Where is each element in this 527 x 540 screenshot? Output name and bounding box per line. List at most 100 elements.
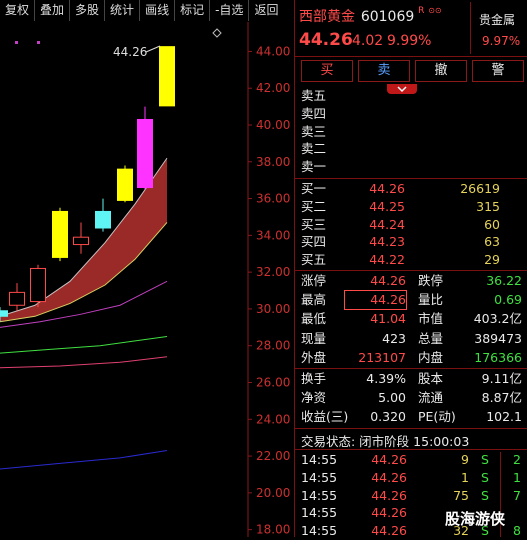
candle-body[interactable] <box>52 210 68 258</box>
stat-value: 403.2亿 <box>473 311 522 327</box>
stock-tag-r: R <box>418 6 425 16</box>
toolbar-draw-line[interactable]: 画线 <box>140 0 176 21</box>
tick-time: 14:55 <box>301 469 338 485</box>
toolbar-fuquan[interactable]: 复权 <box>0 0 36 21</box>
stat-label: 内盘 <box>418 349 444 365</box>
sell-level-row[interactable]: 卖一 <box>295 158 527 176</box>
y-axis-tick-label: 20.00 <box>256 486 290 500</box>
buy-button[interactable]: 买 <box>301 60 353 82</box>
buy-level-row[interactable]: 买四 44.23 63 <box>295 233 527 251</box>
tick-row: 14:55 44.26 9 S 2 <box>295 451 527 469</box>
sell-level-label: 卖一 <box>301 159 327 175</box>
candle-body[interactable] <box>117 168 133 201</box>
stats-row: 外盘 213107 内盘 176366 <box>295 349 527 367</box>
candle-body[interactable] <box>73 236 89 246</box>
stat-value: 36.22 <box>486 273 522 288</box>
sector-change-pct: 9.97% <box>482 34 521 48</box>
current-price: 44.26 <box>299 30 353 50</box>
buy-level-price: 44.26 <box>369 181 405 196</box>
diamond-icon[interactable] <box>212 28 222 38</box>
quote-panel: 西部黄金 601069 R ⊙⊙ 44.26 4.02 9.99% 贵金属 9.… <box>294 0 527 538</box>
stat-value: 41.04 <box>370 311 406 327</box>
toolbar-remove-watchlist[interactable]: -自选 <box>210 0 250 21</box>
sell-level-row[interactable]: 卖二 <box>295 140 527 158</box>
buy-level-volume: 60 <box>484 216 500 232</box>
stock-badge-icon: ⊙⊙ <box>428 6 442 15</box>
sell-level-row[interactable]: 卖四 <box>295 105 527 123</box>
buy-level-price: 44.22 <box>369 252 405 268</box>
stats-row: 最低 41.04 市值 403.2亿 <box>295 310 527 328</box>
stat-value: 0.320 <box>370 409 406 425</box>
stats-row: 涨停 44.26 跌停 36.22 <box>295 272 527 290</box>
chart-toolbar: 复权 叠加 多股 统计 画线 标记 -自选 返回 <box>0 0 292 21</box>
tick-price: 44.26 <box>371 469 407 485</box>
watermark-text: 股海游侠 <box>445 510 506 528</box>
candle-body[interactable] <box>137 118 153 189</box>
candle-body[interactable] <box>95 210 111 229</box>
stats-row: 净资 5.00 流通 8.87亿 <box>295 389 527 407</box>
buy-level-row[interactable]: 买二 44.25 315 <box>295 198 527 216</box>
stat-label: 股本 <box>418 371 444 386</box>
y-axis-tick-label: 24.00 <box>256 412 290 426</box>
y-axis-tick-label: 30.00 <box>256 302 290 316</box>
sector-box[interactable]: 贵金属 9.97% <box>470 2 527 54</box>
y-axis-tick-label: 42.00 <box>256 81 290 95</box>
kline-chart[interactable]: 44.00 42.00 40.00 38.00 36.00 34.00 32.00 30.00… <box>0 22 292 537</box>
buy-level-volume: 26619 <box>460 181 500 196</box>
y-axis-tick-label: 38.00 <box>256 155 290 169</box>
stat-label: 最高 <box>301 292 327 308</box>
stock-header: 西部黄金 601069 R ⊙⊙ <box>299 6 442 26</box>
stat-label: 跌停 <box>418 273 444 288</box>
price-change-pct: 9.99% <box>387 33 432 49</box>
y-axis-tick-label: 22.00 <box>256 449 290 463</box>
sell-level-label: 卖三 <box>301 123 327 139</box>
peak-pointer <box>145 45 161 53</box>
stat-label: 量比 <box>418 292 444 308</box>
stat-label: 收益(三) <box>301 409 349 425</box>
ma-line <box>0 336 168 354</box>
buy-level-label: 买二 <box>301 198 327 214</box>
stat-label: 现量 <box>301 330 327 346</box>
buy-level-volume: 63 <box>484 234 500 250</box>
buy-level-label: 买一 <box>301 181 327 196</box>
cancel-order-button[interactable]: 撤 <box>415 60 467 82</box>
toolbar-multi-stock[interactable]: 多股 <box>70 0 106 21</box>
tick-price: 44.26 <box>371 452 407 467</box>
stats-row: 现量 423 总量 389473 <box>295 330 527 348</box>
buy-level-row[interactable]: 买三 44.24 60 <box>295 216 527 234</box>
sell-level-label: 卖四 <box>301 105 327 121</box>
toolbar-back[interactable]: 返回 <box>249 0 283 21</box>
buy-level-row[interactable]: 买五 44.22 29 <box>295 251 527 269</box>
ma-markers <box>15 41 40 44</box>
peak-price-label: 44.26 <box>113 45 147 59</box>
sector-name: 贵金属 <box>479 13 516 27</box>
tick-volume: 9 <box>461 452 469 467</box>
candle-body[interactable] <box>9 291 25 306</box>
sell-level-row[interactable]: 卖三 <box>295 123 527 141</box>
buy-level-row[interactable]: 买一 44.26 26619 <box>295 180 527 198</box>
stat-label: 总量 <box>418 330 444 346</box>
tick-time: 14:55 <box>301 505 338 521</box>
stat-value: 4.39% <box>366 371 406 386</box>
stat-value: 9.11亿 <box>481 371 522 386</box>
toolbar-stats[interactable]: 统计 <box>105 0 141 21</box>
alert-button[interactable]: 警 <box>472 60 524 82</box>
candle-body[interactable] <box>30 267 46 303</box>
stat-value: 423 <box>382 330 406 346</box>
candle-body[interactable] <box>0 310 8 317</box>
trade-status: 交易状态: 闭市阶段 15:00:03 <box>301 434 470 449</box>
sell-button[interactable]: 卖 <box>358 60 410 82</box>
sell-level-row[interactable]: 卖五 <box>295 87 527 105</box>
stat-value: 213107 <box>358 349 406 365</box>
candle-body[interactable] <box>159 46 175 107</box>
buy-level-price: 44.23 <box>369 234 405 250</box>
y-axis-tick-label: 32.00 <box>256 265 290 279</box>
toolbar-overlay[interactable]: 叠加 <box>35 0 71 21</box>
y-axis-tick-label: 40.00 <box>256 118 290 132</box>
price-change: 4.02 <box>352 33 384 49</box>
buy-level-volume: 29 <box>484 252 500 268</box>
sell-level-label: 卖五 <box>301 88 327 103</box>
y-axis-tick-label: 34.00 <box>256 228 290 242</box>
stat-label: PE(动) <box>418 409 456 425</box>
toolbar-mark[interactable]: 标记 <box>175 0 211 21</box>
